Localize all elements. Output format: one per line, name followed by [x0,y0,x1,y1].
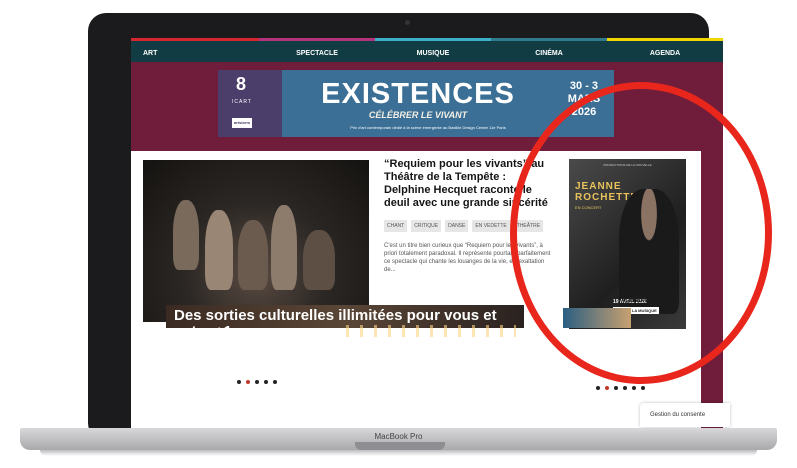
laptop-shadow [40,450,757,456]
dancer-figure [271,205,297,290]
carousel-dot[interactable] [596,386,600,390]
nav-item-spectacle[interactable]: SPECTACLE [259,38,375,62]
carousel-dot[interactable] [246,380,250,384]
dancer-figure [238,220,268,290]
carousel-dot[interactable] [273,380,277,384]
nav-item-art[interactable]: ART [131,38,259,62]
carousel-dot[interactable] [623,386,627,390]
tag-chant[interactable]: CHANT [384,220,408,232]
article-photo[interactable] [143,160,369,322]
nav-item-agenda[interactable]: AGENDA [607,38,723,62]
carousel-dot[interactable] [605,386,609,390]
carousel-dot[interactable] [632,386,636,390]
promo-banner[interactable]: Des sorties culturelles illimitées pour … [166,305,524,340]
tag-critique[interactable]: CRITIQUE [411,220,442,232]
banner-title: EXISTENCES [321,78,515,110]
main-carousel-dots [237,380,277,384]
consent-manager-button[interactable]: Gestion du consente [640,403,730,427]
main-nav: ART SPECTACLE MUSIQUE CINÉMA AGENDA [131,38,723,62]
dancer-figure [205,210,233,290]
carousel-dot[interactable] [264,380,268,384]
camera-icon [405,20,410,25]
laptop-model-label: MacBook Pro [374,432,423,441]
side-carousel-dots [596,386,645,390]
banner-small-text: Prix d'art contemporain dédié à la scène… [350,125,506,130]
dancer-figure [303,230,335,290]
tag-en-vedette[interactable]: EN VEDETTE [472,220,510,232]
carousel-dot[interactable] [237,380,241,384]
nav-item-cinema[interactable]: CINÉMA [491,38,607,62]
tag-danse[interactable]: DANSE [445,220,469,232]
carousel-dot[interactable] [255,380,259,384]
promo-text: Des sorties culturelles illimitées pour … [174,307,497,340]
red-circle-annotation [510,82,772,384]
banner-number: 8 [236,74,247,94]
banner-logo-panel: 8 ICART artstorm [218,70,282,137]
banner-partner-logo: artstorm [232,118,252,128]
carousel-dot[interactable] [641,386,645,390]
laptop-notch [355,442,445,450]
banner-brand: ICART [232,99,252,105]
banner-subtitle: CÉLÉBRER LE VIVANT [368,110,468,120]
dancer-figure [173,200,199,270]
agenda-thumbnail-label: Aujourd'hui [436,384,461,390]
carousel-dot[interactable] [614,386,618,390]
nav-item-musique[interactable]: MUSIQUE [375,38,491,62]
